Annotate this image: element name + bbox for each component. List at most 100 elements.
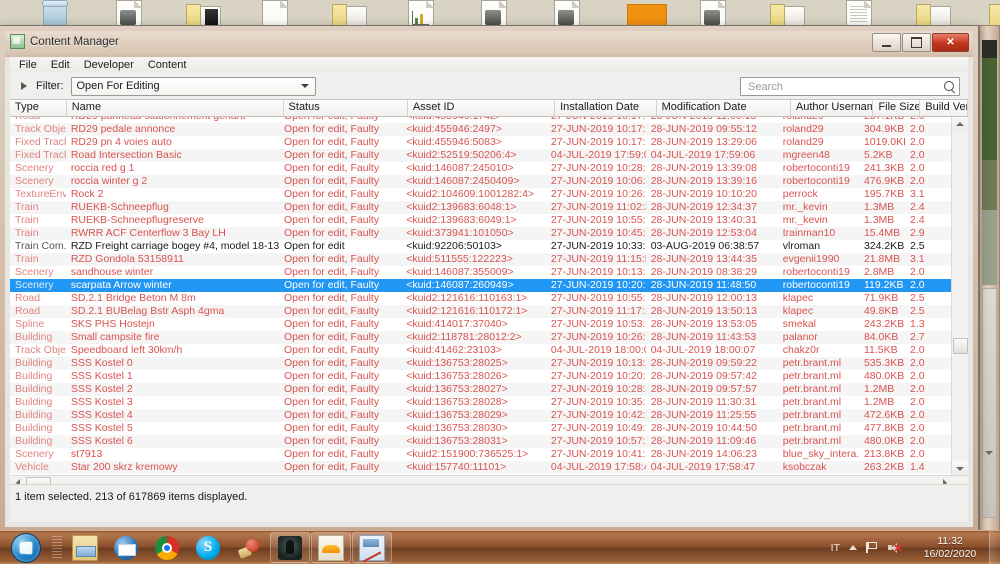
cell-modify: 28-JUN-2019 13:39:16 — [650, 175, 757, 187]
cell-size: 11.5KB — [863, 344, 898, 356]
title-bar[interactable]: Content Manager ✕ — [5, 31, 973, 52]
start-button[interactable] — [2, 532, 49, 563]
search-box[interactable] — [740, 77, 960, 96]
cell-status: Open for edit, Faulty — [283, 448, 380, 460]
column-header-name[interactable]: Name — [67, 100, 284, 116]
taskbar-trainz[interactable] — [270, 532, 310, 563]
menu-item-developer[interactable]: Developer — [77, 58, 141, 72]
menu-item-content[interactable]: Content — [141, 58, 194, 72]
table-row[interactable]: Fixed Track Road Intersection Basic Open f… — [10, 149, 952, 162]
taskbar-skype[interactable]: S — [188, 532, 228, 563]
cell-size: 480.0KB — [863, 370, 905, 382]
maximize-button[interactable] — [902, 33, 931, 52]
scroll-down-button[interactable] — [952, 461, 968, 476]
cell-status: Open for edit, Faulty — [283, 422, 380, 434]
cell-size: 84.0KB — [863, 331, 899, 343]
taskbar-google-chrome[interactable] — [147, 532, 187, 563]
menu-item-edit[interactable]: Edit — [44, 58, 77, 72]
column-header-modify[interactable]: Modification Date — [657, 100, 791, 116]
cell-install: 27-JUN-2019 10:55:18 — [550, 292, 646, 304]
table-row[interactable]: Road SD.2.1 Bridge Beton M 8m Open for edi… — [10, 292, 952, 305]
cell-name: st7913 — [70, 448, 103, 460]
table-row[interactable]: Scenery roccia red g 1 Open for edit, Faul… — [10, 162, 952, 175]
table-row[interactable]: Train RUEKB-Schneepflugreserve Open for ed… — [10, 214, 952, 227]
background-window-scroll-down-icon[interactable] — [985, 451, 993, 455]
taskbar-ccleaner[interactable] — [229, 532, 269, 563]
cell-build: 2.5 — [910, 240, 925, 252]
cell-status: Open for edit, Faulty — [283, 435, 380, 447]
table-row[interactable]: Track Object Speedboard left 30km/h Open f… — [10, 344, 952, 357]
column-header-install[interactable]: Installation Date — [555, 100, 657, 116]
tray-volume-muted-icon[interactable] — [888, 542, 903, 554]
show-desktop-button[interactable] — [989, 531, 1000, 564]
cell-modify: 28-JUN-2019 13:50:13 — [650, 305, 757, 317]
table-row[interactable]: Building SSS Kostel 4 Open for edit, Fault… — [10, 409, 952, 422]
table-row[interactable]: Building SSS Kostel 1 Open for edit, Fault… — [10, 370, 952, 383]
table-row[interactable]: Fixed Track RD29 pn 4 voies auto Open for … — [10, 136, 952, 149]
taskbar-paint[interactable] — [352, 532, 392, 563]
cell-modify: 28-JUN-2019 09:57:57 — [650, 383, 757, 395]
cell-name: SSS Kostel 5 — [70, 422, 133, 434]
column-header-status[interactable]: Status — [284, 100, 408, 116]
table-row[interactable]: Building Small campsite fire Open for edit… — [10, 331, 952, 344]
cell-modify: 03-AUG-2019 06:38:57 — [650, 240, 760, 252]
taskbar-image-viewer[interactable] — [311, 532, 351, 563]
table-row[interactable]: Road SD.2.1 BUBelag Bstr Asph 4gma Open fo… — [10, 305, 952, 318]
minimize-button[interactable] — [872, 33, 901, 52]
vertical-scrollbar-thumb[interactable] — [953, 338, 968, 354]
tray-language-indicator[interactable]: IT — [831, 542, 840, 554]
scroll-up-button[interactable] — [952, 116, 968, 131]
table-row[interactable]: Scenery sandhouse winter Open for edit, Fa… — [10, 266, 952, 279]
table-row[interactable]: Building SSS Kostel 5 Open for edit, Fault… — [10, 422, 952, 435]
search-input[interactable] — [746, 79, 941, 94]
table-row[interactable]: Spline SKS PHS Hostejn Open for edit, Faul… — [10, 318, 952, 331]
table-row[interactable]: Train RZD Gondola 53158911 Open for edit, … — [10, 253, 952, 266]
clock[interactable]: 11:32 16/02/2020 — [911, 535, 989, 561]
cell-author: petr.brant.ml — [782, 383, 842, 395]
taskbar-windows-explorer[interactable] — [65, 532, 105, 563]
menu-item-file[interactable]: File — [12, 58, 44, 72]
table-row[interactable]: Train RWRR ACF Centerflow 3 Bay LH Open fo… — [10, 227, 952, 240]
table-row[interactable]: Train Com... RZD Freight carriage bogey #… — [10, 240, 952, 253]
column-header-type[interactable]: Type — [10, 100, 67, 116]
cell-name: roccia winter g 2 — [70, 175, 148, 187]
cell-modify: 28-JUN-2019 12:53:04 — [650, 227, 757, 239]
window-title: Content Manager — [30, 35, 119, 48]
filter-dropdown[interactable]: Open For Editing — [70, 76, 316, 96]
chevron-up-icon — [849, 545, 857, 550]
vertical-scrollbar[interactable] — [951, 116, 968, 476]
background-window[interactable] — [979, 25, 1000, 533]
column-header-author[interactable]: Author Username — [791, 100, 874, 116]
table-row[interactable]: Building SSS Kostel 0 Open for edit, Fault… — [10, 357, 952, 370]
cell-name: SSS Kostel 0 — [70, 357, 133, 369]
cell-install: 27-JUN-2019 10:20:57 — [550, 279, 646, 291]
table-row[interactable]: TextureEnv Rock 2 Open for edit, Faulty <ku… — [10, 188, 952, 201]
table-row[interactable]: Building SSS Kostel 2 Open for edit, Fault… — [10, 383, 952, 396]
cell-asset: <kuid:136753:28026> — [406, 370, 508, 382]
cell-size: 480.0KB — [863, 435, 905, 447]
tray-network-icon[interactable] — [866, 542, 879, 553]
table-row[interactable]: Vehicle Star 200 skrz kremowy Open for edi… — [10, 461, 952, 474]
table-row[interactable]: Track Object RD29 pedale annonce Open for … — [10, 123, 952, 136]
expand-filter-panel-button[interactable] — [16, 78, 32, 94]
table-row[interactable]: Train RUEKB-Schneepflug Open for edit, Fau… — [10, 201, 952, 214]
table-row[interactable]: Building SSS Kostel 6 Open for edit, Fault… — [10, 435, 952, 448]
column-header-build[interactable]: Build Version — [920, 100, 968, 116]
cell-size: 535.3KB — [863, 357, 905, 369]
table-row[interactable]: Scenery scarpata Arrow winter Open for edi… — [10, 279, 952, 292]
taskbar-mail[interactable] — [106, 532, 146, 563]
table-row[interactable]: Building SSS Kostel 3 Open for edit, Fault… — [10, 396, 952, 409]
search-icon[interactable] — [941, 79, 959, 94]
tray-show-hidden-icons-button[interactable] — [849, 545, 857, 550]
cell-install: 27-JUN-2019 10:17:06 — [550, 136, 646, 148]
cell-modify: 28-JUN-2019 10:10:20 — [650, 188, 757, 200]
cell-type: Building — [15, 331, 53, 343]
close-button[interactable]: ✕ — [932, 33, 969, 52]
table-row[interactable]: Scenery roccia winter g 2 Open for edit, F… — [10, 175, 952, 188]
table-row[interactable]: Road RD29 panneau stationnement genant Ope… — [10, 116, 952, 123]
column-header-size[interactable]: File Size — [873, 100, 921, 116]
column-header-asset[interactable]: Asset ID — [408, 100, 556, 116]
table-row[interactable]: Scenery st7913 Open for edit, Faulty <kuid2… — [10, 448, 952, 461]
cell-asset: <kuid:146087:260949> — [406, 279, 514, 291]
cell-asset: <kuid:136753:28029> — [406, 409, 508, 421]
